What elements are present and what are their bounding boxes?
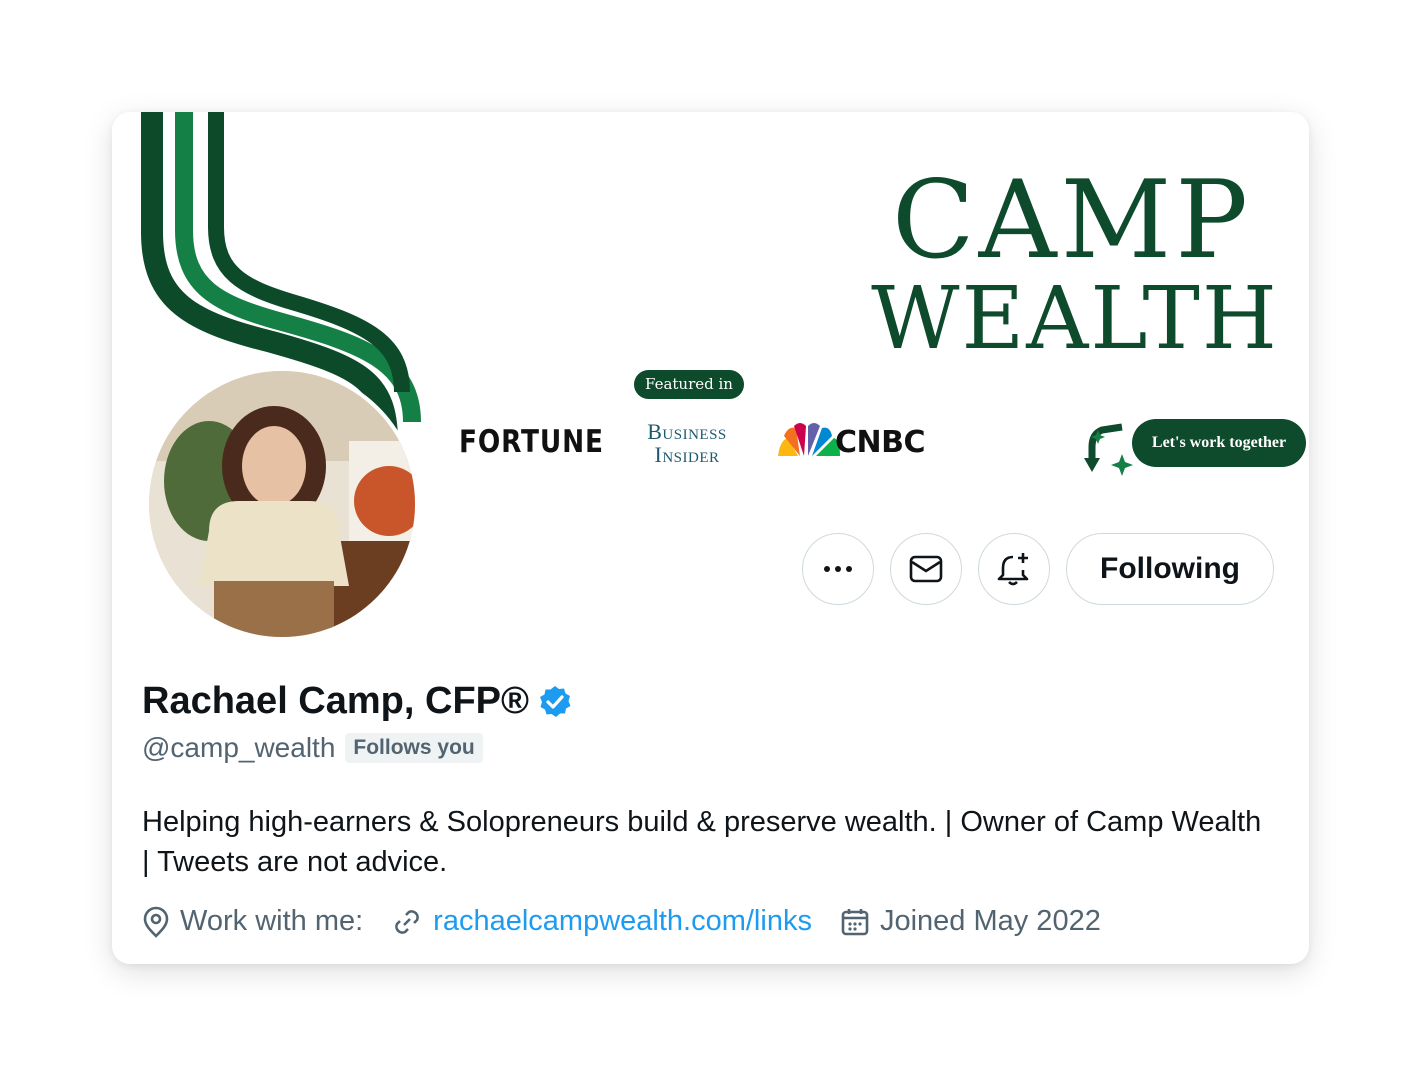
location-pin-icon xyxy=(143,906,169,938)
website-item: rachaelcampwealth.com/links xyxy=(391,905,812,938)
brand-wordmark-line1: CAMP xyxy=(892,158,1252,283)
profile-actions: Following xyxy=(802,533,1274,605)
fortune-logo: FORTUNE xyxy=(459,424,604,460)
following-button[interactable]: Following xyxy=(1066,533,1274,605)
featured-in-label: Featured in xyxy=(634,370,744,399)
handle-row: @camp_wealth Follows you xyxy=(142,732,483,764)
avatar-photo xyxy=(149,371,415,637)
follows-you-badge: Follows you xyxy=(345,733,483,763)
profile-bio: Helping high-earners & Solopreneurs buil… xyxy=(142,806,1262,878)
message-button[interactable] xyxy=(890,533,962,605)
brand-wordmark-line2: WEALTH xyxy=(871,269,1279,369)
user-handle: @camp_wealth xyxy=(142,732,336,763)
profile-meta: Work with me: rachaelcampwealth.com/link… xyxy=(142,905,1129,938)
bell-plus-icon xyxy=(997,553,1029,586)
display-name: Rachael Camp, CFP® xyxy=(142,680,529,722)
location-text: Work with me: xyxy=(180,905,364,937)
calendar-icon xyxy=(841,908,869,935)
joined-item: Joined May 2022 xyxy=(840,905,1101,938)
business-insider-logo: Business Insider xyxy=(635,420,739,466)
sparkle-icon xyxy=(1111,454,1133,476)
cnbc-logo: CNBC xyxy=(835,425,926,460)
more-dots-icon xyxy=(824,566,852,572)
display-name-row: Rachael Camp, CFP® xyxy=(142,680,573,723)
cta-arrow-icon xyxy=(1088,423,1123,462)
nbc-peacock-icon xyxy=(778,423,840,456)
verified-badge-icon[interactable] xyxy=(537,684,573,720)
more-button[interactable] xyxy=(802,533,874,605)
bi-line1: Business xyxy=(647,419,727,444)
link-icon xyxy=(395,909,420,934)
notify-button[interactable] xyxy=(978,533,1050,605)
bi-line2: Insider xyxy=(654,442,720,467)
location-item: Work with me: xyxy=(142,905,363,938)
profile-card: CAMP WEALTH Featured in FORTUNE Business… xyxy=(112,112,1309,964)
website-link[interactable]: rachaelcampwealth.com/links xyxy=(433,905,812,938)
joined-date: Joined May 2022 xyxy=(879,905,1101,937)
avatar[interactable] xyxy=(145,367,419,641)
envelope-icon xyxy=(909,555,943,583)
lets-work-together-badge: Let's work together xyxy=(1132,419,1306,467)
